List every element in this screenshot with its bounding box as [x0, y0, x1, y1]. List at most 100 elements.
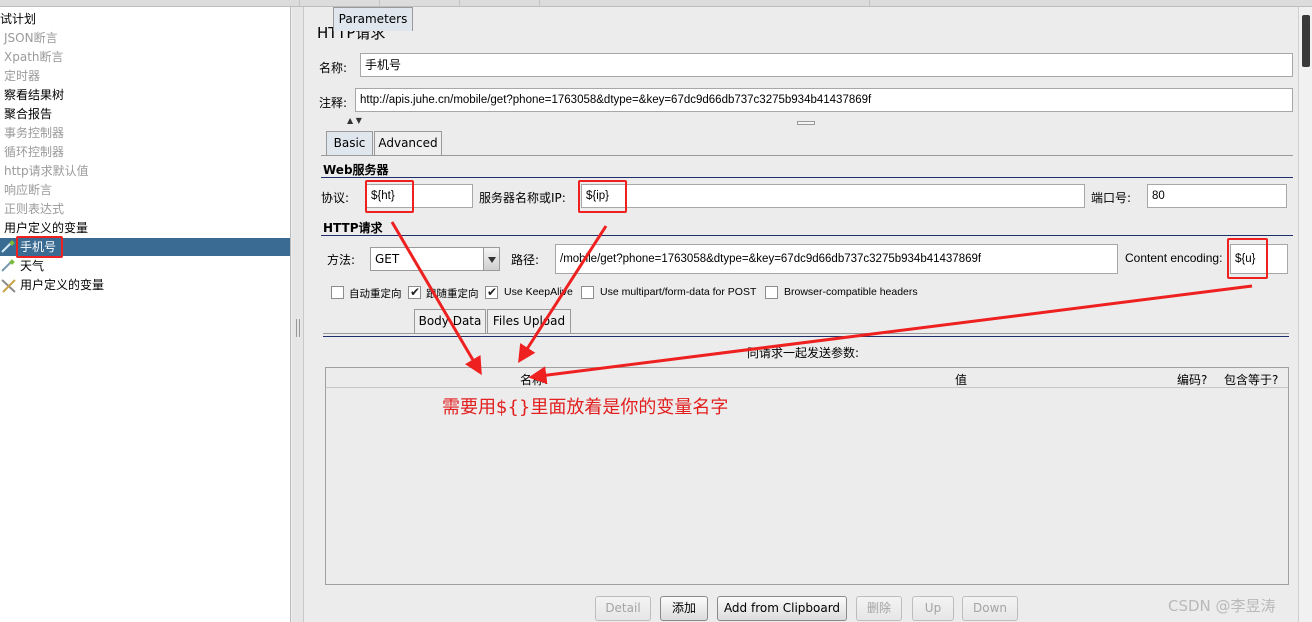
name-label: 名称:	[319, 61, 348, 75]
keepalive-label: Use KeepAlive	[504, 286, 573, 298]
scrollbar-thumb[interactable]	[1302, 15, 1310, 67]
method-select[interactable]: GET	[370, 247, 500, 271]
multipart-checkbox[interactable]	[581, 286, 594, 299]
highlight-box-server	[578, 180, 627, 213]
port-label: 端口号:	[1091, 191, 1132, 205]
tree-item-timer[interactable]: 定时器	[0, 67, 290, 85]
tree-item-view-results-tree[interactable]: 察看结果树	[0, 86, 290, 104]
column-header-value[interactable]: 值	[955, 371, 967, 388]
tree-item-label: JSON断言	[4, 31, 58, 45]
tab-parameters[interactable]: Parameters	[333, 7, 413, 31]
pipette-icon	[1, 259, 15, 272]
collapse-arrows-icon[interactable]: ▲ ▼	[347, 116, 362, 125]
method-label: 方法:	[327, 253, 356, 267]
divider-grip[interactable]	[296, 319, 300, 337]
column-header-include-equals[interactable]: 包含等于?	[1224, 371, 1278, 388]
follow-redirects-checkbox[interactable]	[408, 284, 421, 300]
resize-handle[interactable]	[797, 121, 815, 125]
subtab-separator	[323, 336, 1289, 337]
comment-input[interactable]: http://apis.juhe.cn/mobile/get?phone=176…	[355, 88, 1293, 112]
annotation-text: 需要用${}里面放着是你的变量名字	[442, 397, 729, 418]
comment-label: 注释:	[319, 96, 348, 110]
tree-item-loop-controller[interactable]: 循环控制器	[0, 143, 290, 161]
down-button[interactable]: Down	[962, 596, 1018, 621]
auto-redirect-checkbox[interactable]	[331, 286, 344, 299]
multipart-label: Use multipart/form-data for POST	[600, 286, 757, 298]
port-input[interactable]: 80	[1147, 184, 1287, 208]
server-input[interactable]: ${ip}	[581, 184, 1085, 208]
path-label: 路径:	[511, 253, 540, 267]
column-header-name[interactable]: 名称:	[520, 371, 548, 388]
toolbar-segment	[380, 0, 460, 6]
tree-item-aggregate-report[interactable]: 聚合报告	[0, 105, 290, 123]
detail-button[interactable]: Detail	[595, 596, 651, 621]
method-value: GET	[375, 252, 400, 266]
toolbar-segment	[460, 0, 540, 6]
table-header-row: 名称: 值 编码? 包含等于?	[326, 368, 1288, 388]
tree-item-transaction-controller[interactable]: 事务控制器	[0, 124, 290, 142]
tree-item-http-defaults[interactable]: http请求默认值	[0, 162, 290, 180]
watermark: CSDN @李昱涛	[1168, 597, 1276, 615]
add-from-clipboard-button[interactable]: Add from Clipboard	[717, 596, 847, 621]
tree-item-label: 事务控制器	[4, 126, 65, 140]
tree-item-label: 试计划	[0, 12, 37, 26]
delete-button[interactable]: 删除	[856, 596, 902, 621]
section-separator	[321, 235, 1293, 236]
tree-item-label: 天气	[20, 259, 45, 273]
column-header-encode[interactable]: 编码?	[1177, 371, 1207, 388]
test-plan-tree[interactable]: 试计划 JSON断言 Xpath断言 定时器 察看结果树 聚合报告 事务控制器 …	[0, 7, 291, 622]
params-caption: 同请求一起发送参数:	[747, 346, 860, 360]
highlight-box-protocol	[365, 180, 414, 213]
tree-item-label: 用户定义的变量	[20, 278, 105, 292]
highlight-box-encoding	[1227, 238, 1268, 279]
tab-body-data[interactable]: Body Data	[414, 309, 486, 333]
http-request-panel: HTTP请求 名称: 手机号 注释: http://apis.juhe.cn/m…	[305, 7, 1297, 622]
tree-item-user-defined-variables[interactable]: 用户定义的变量	[0, 219, 290, 237]
tree-item-test-plan[interactable]: 试计划	[0, 10, 290, 28]
browser-headers-checkbox[interactable]	[765, 286, 778, 299]
name-input[interactable]: 手机号	[360, 53, 1293, 77]
keepalive-checkbox[interactable]	[485, 284, 498, 300]
pipette-icon	[1, 240, 15, 253]
protocol-label: 协议:	[321, 191, 350, 205]
tab-underline	[321, 155, 1293, 156]
tree-item-label: 响应断言	[4, 183, 53, 197]
tree-item-label: 用户定义的变量	[4, 221, 89, 235]
tree-item-json-assertion[interactable]: JSON断言	[0, 29, 290, 47]
add-button[interactable]: 添加	[660, 596, 708, 621]
subtab-underline	[323, 333, 1289, 334]
tree-item-response-assertion[interactable]: 响应断言	[0, 181, 290, 199]
tree-item-weather[interactable]: 天气	[0, 257, 290, 275]
tree-item-label: 循环控制器	[4, 145, 65, 159]
path-input[interactable]: /mobile/get?phone=1763058&dtype=&key=67d…	[555, 244, 1118, 274]
vertical-scrollbar[interactable]	[1298, 7, 1312, 622]
tab-files-upload[interactable]: Files Upload	[487, 309, 571, 333]
top-toolbar-strip	[0, 0, 1312, 7]
split-pane-divider[interactable]	[292, 7, 304, 622]
content-encoding-label: Content encoding:	[1125, 251, 1223, 265]
browser-headers-label: Browser-compatible headers	[784, 286, 918, 298]
toolbar-segment	[0, 0, 300, 6]
tools-icon	[1, 279, 16, 293]
tree-item-xpath-assertion[interactable]: Xpath断言	[0, 48, 290, 66]
tree-item-label: 察看结果树	[4, 88, 65, 102]
follow-redirects-label: 跟随重定向	[426, 288, 479, 300]
tab-advanced[interactable]: Advanced	[374, 131, 442, 155]
tree-item-label: 聚合报告	[4, 107, 53, 121]
server-label: 服务器名称或IP:	[479, 191, 566, 205]
chevron-down-icon[interactable]	[483, 248, 499, 270]
tab-basic[interactable]: Basic	[326, 131, 373, 155]
section-separator	[321, 177, 1293, 178]
auto-redirect-label: 自动重定向	[349, 288, 402, 300]
tree-item-user-defined-variables-2[interactable]: 用户定义的变量	[0, 276, 290, 294]
toolbar-segment	[540, 0, 870, 6]
highlight-box-tree-item	[16, 236, 63, 258]
http-request-section-title: HTTP请求	[323, 221, 383, 235]
web-server-section-title: Web服务器	[323, 163, 389, 177]
tree-item-regex-extractor[interactable]: 正则表达式	[0, 200, 290, 218]
up-button[interactable]: Up	[912, 596, 954, 621]
tree-item-label: 定时器	[4, 69, 41, 83]
tree-item-label: 正则表达式	[4, 202, 65, 216]
tree-item-label: http请求默认值	[4, 164, 89, 178]
toolbar-segment	[300, 0, 380, 6]
